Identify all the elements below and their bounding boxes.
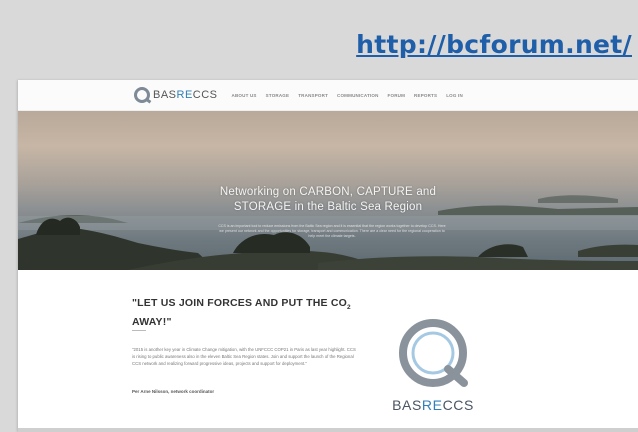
nav-item-communication[interactable]: COMMUNICATION [337, 93, 379, 98]
nav-item-forum[interactable]: FORUM [388, 93, 406, 98]
hero-banner: Networking on CARBON, CAPTURE and STORAG… [18, 111, 638, 271]
quote-author: Per Arne Nilsson, network coordinator [132, 389, 215, 394]
basreccs-logo-text: BASRECCS [392, 397, 474, 413]
main-nav: ABOUT US STORAGE TRANSPORT COMMUNICATION… [232, 93, 463, 98]
site-logo[interactable]: BASRECCS [134, 87, 218, 103]
nav-item-transport[interactable]: TRANSPORT [298, 93, 328, 98]
site-header: BASRECCS ABOUT US STORAGE TRANSPORT COMM… [18, 80, 638, 111]
hero-title: Networking on CARBON, CAPTURE and STORAG… [219, 186, 437, 213]
basreccs-logo-icon [134, 87, 150, 103]
nav-item-reports[interactable]: REPORTS [414, 93, 437, 98]
site-logo-text: BASRECCS [153, 89, 218, 101]
site-url-link[interactable]: http://bcforum.net/ [356, 30, 632, 59]
nav-item-log-in[interactable]: LOG IN [446, 93, 463, 98]
quote-heading: "LET US JOIN FORCES AND PUT THE CO2 AWAY… [132, 297, 351, 329]
nav-item-about-us[interactable]: ABOUT US [232, 93, 257, 98]
divider [132, 330, 146, 331]
quote-section: "LET US JOIN FORCES AND PUT THE CO2 AWAY… [18, 270, 638, 432]
slide-frame: http://bcforum.net/ BASRECCS ABOUT US ST… [0, 0, 638, 432]
nav-item-storage[interactable]: STORAGE [266, 93, 290, 98]
page-bottom-edge [18, 428, 638, 432]
quote-body: "2015 is another key year in Climate Cha… [132, 347, 356, 367]
hero-body-text: CCS is an important tool to reduce emiss… [218, 224, 446, 238]
website-screenshot: BASRECCS ABOUT US STORAGE TRANSPORT COMM… [18, 80, 638, 432]
